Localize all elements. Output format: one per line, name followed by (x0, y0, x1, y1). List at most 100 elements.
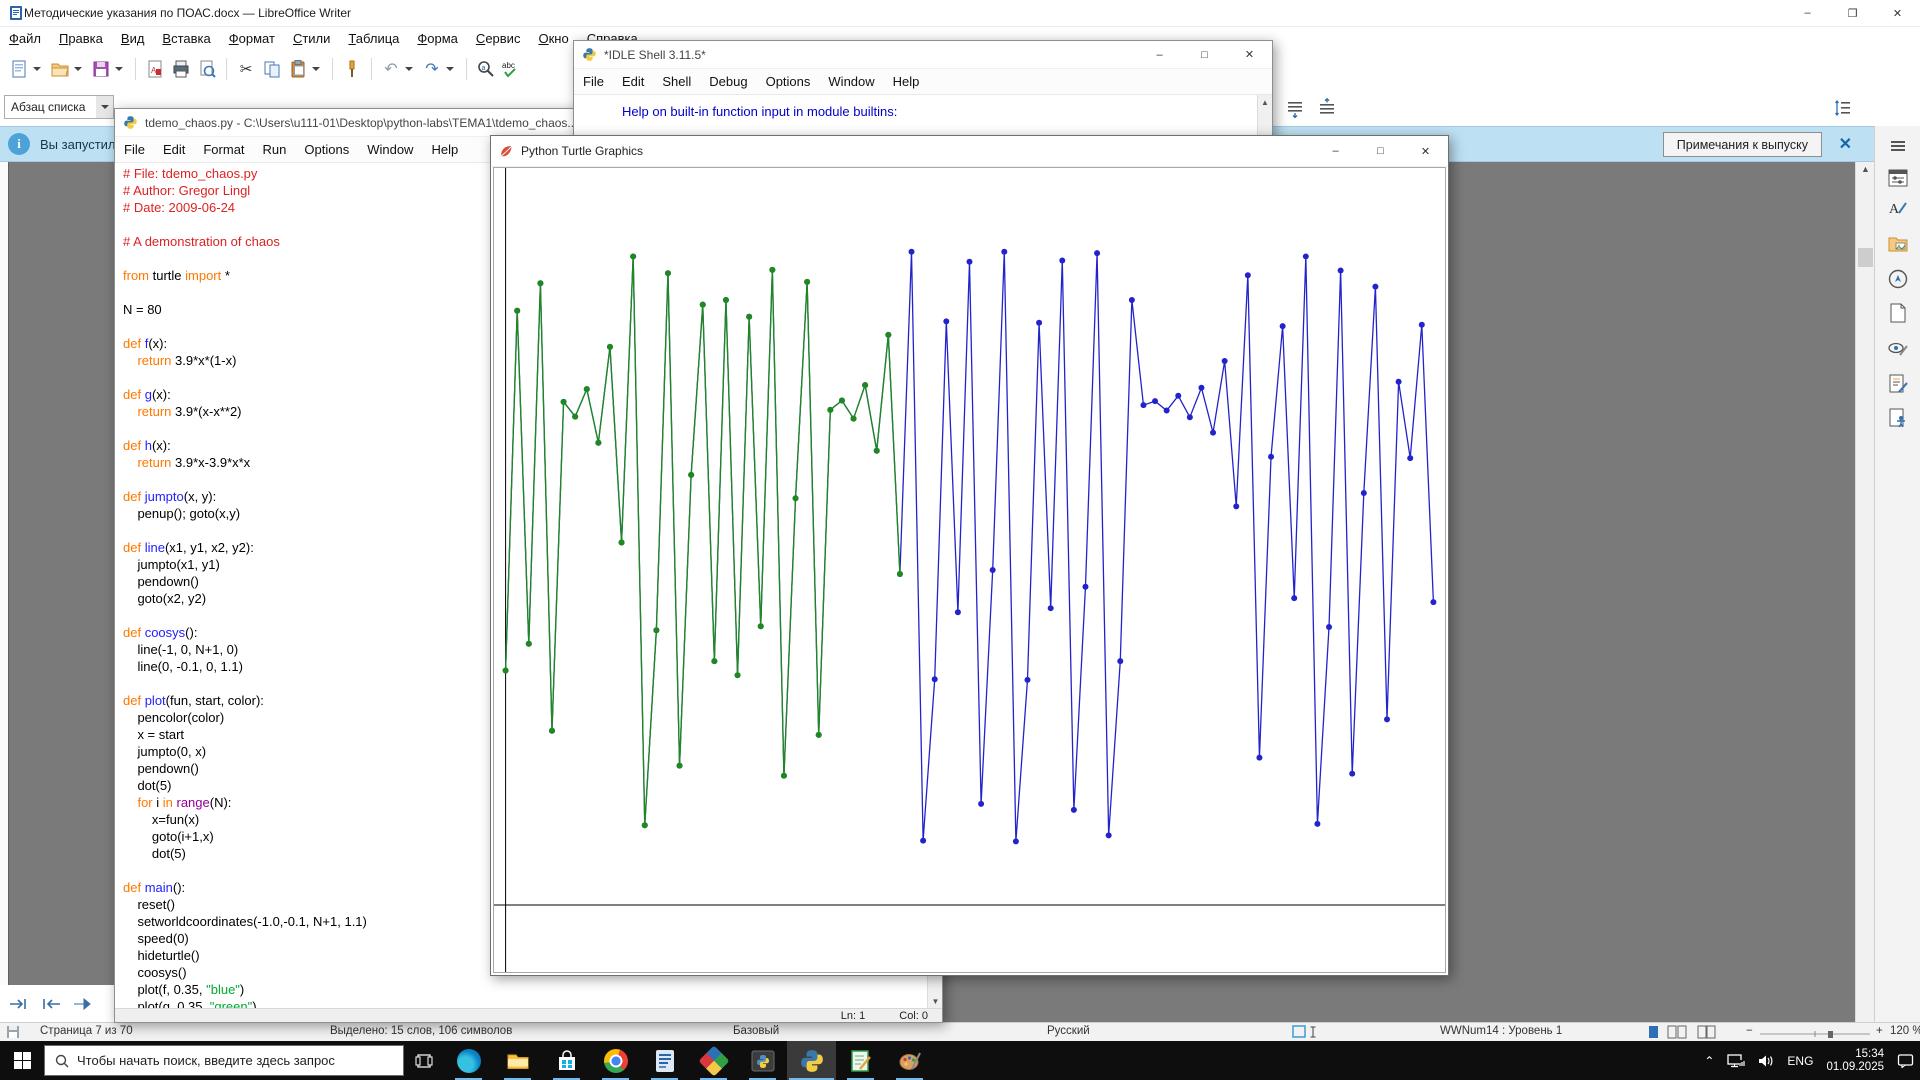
turtle-minimize-button[interactable]: – (1313, 136, 1358, 166)
taskbar-app-notepad[interactable] (836, 1041, 885, 1080)
taskbar-app-edge[interactable] (444, 1041, 493, 1080)
scroll-up-icon[interactable]: ▲ (1856, 164, 1875, 174)
editor-menu-edit[interactable]: Edit (154, 138, 194, 161)
document-scrollbar[interactable]: ▲ (1855, 162, 1874, 1022)
menu-styles[interactable]: Стили (284, 29, 339, 48)
editor-menu-options[interactable]: Options (295, 138, 358, 161)
menu-file[interactable]: Файл (0, 29, 50, 48)
spelling-icon[interactable]: abc (499, 56, 525, 82)
taskbar-app-paint[interactable] (885, 1041, 934, 1080)
menu-form[interactable]: Форма (408, 29, 467, 48)
zoom-slider[interactable] (1760, 1031, 1870, 1039)
lo-close-button[interactable]: ✕ (1875, 0, 1920, 26)
save-status-icon[interactable] (6, 1025, 20, 1039)
copy-icon[interactable] (259, 56, 285, 82)
shell-maximize-button[interactable]: □ (1182, 41, 1227, 68)
taskbar-app-file-explorer[interactable] (493, 1041, 542, 1080)
language-indicator[interactable]: ENG (1787, 1054, 1813, 1068)
scrollbar-thumb[interactable] (1858, 248, 1873, 267)
paragraph-style-status[interactable]: Базовый (733, 1025, 779, 1037)
save-icon[interactable] (88, 56, 114, 82)
taskbar-app-idle-python[interactable] (787, 1041, 836, 1080)
new-dropdown-icon[interactable] (33, 67, 41, 71)
redo-dropdown-icon[interactable] (446, 67, 454, 71)
gallery-deck-icon[interactable] (1886, 231, 1910, 255)
new-document-icon[interactable] (6, 56, 32, 82)
task-view-icon[interactable] (404, 1041, 444, 1080)
taskbar-app-libreoffice[interactable] (689, 1041, 738, 1080)
network-icon[interactable] (1727, 1053, 1746, 1068)
paragraph-style-combo[interactable]: Абзац списка (4, 95, 114, 119)
shell-minimize-button[interactable]: – (1137, 41, 1182, 68)
editor-menu-format[interactable]: Format (194, 138, 253, 161)
previous-marker-icon[interactable] (40, 996, 62, 1012)
style-inspector-deck-icon[interactable] (1886, 337, 1910, 361)
menu-table[interactable]: Таблица (339, 29, 408, 48)
tray-expand-icon[interactable]: ⌃ (1704, 1054, 1714, 1068)
view-layout-icons[interactable] (1648, 1025, 1724, 1039)
line-spacing-icon[interactable] (1830, 95, 1856, 121)
paragraph-space-increase-icon[interactable] (1282, 95, 1308, 121)
shell-close-button[interactable]: ✕ (1227, 41, 1272, 68)
zoom-level-status[interactable]: 120 % (1890, 1025, 1920, 1037)
lo-restore-button[interactable]: ❐ (1830, 0, 1875, 26)
menu-tools[interactable]: Сервис (467, 29, 530, 48)
editor-menu-window[interactable]: Window (358, 138, 422, 161)
navigator-deck-icon[interactable] (1886, 267, 1910, 291)
paste-icon[interactable] (285, 56, 311, 82)
accessibility-deck-icon[interactable] (1886, 406, 1910, 430)
turtle-maximize-button[interactable]: □ (1358, 136, 1403, 166)
taskbar-app-python-console[interactable] (738, 1041, 787, 1080)
page-deck-icon[interactable] (1886, 301, 1910, 325)
search-input[interactable] (77, 1053, 377, 1068)
styles-deck-icon[interactable]: A (1886, 196, 1910, 220)
paragraph-space-decrease-icon[interactable] (1314, 95, 1340, 121)
undo-dropdown-icon[interactable] (405, 67, 413, 71)
editor-scroll-down-icon[interactable]: ▼ (928, 997, 943, 1006)
export-pdf-icon[interactable]: A (142, 56, 168, 82)
combo-dropdown-icon[interactable] (96, 96, 113, 118)
shell-menu-help[interactable]: Help (884, 70, 929, 93)
selection-status[interactable]: Выделено: 15 слов, 106 символов (330, 1025, 512, 1037)
volume-icon[interactable] (1758, 1054, 1774, 1068)
notification-center-icon[interactable] (1897, 1053, 1914, 1068)
print-preview-icon[interactable] (194, 56, 220, 82)
shell-titlebar[interactable]: *IDLE Shell 3.11.5* – □ ✕ (574, 41, 1272, 69)
shell-scroll-up-icon[interactable]: ▲ (1258, 95, 1272, 107)
page-count-status[interactable]: Страница 7 из 70 (40, 1025, 133, 1037)
taskbar-search[interactable] (44, 1045, 404, 1076)
selection-mode-icon[interactable] (1292, 1025, 1322, 1039)
clone-formatting-icon[interactable] (339, 56, 365, 82)
menu-view[interactable]: Вид (112, 29, 154, 48)
cut-icon[interactable]: ✂ (233, 56, 259, 82)
shell-menu-shell[interactable]: Shell (653, 70, 700, 93)
lo-minimize-button[interactable]: – (1785, 0, 1830, 26)
menu-format[interactable]: Формат (220, 29, 284, 48)
release-notes-button[interactable]: Примечания к выпуску (1662, 132, 1822, 157)
shell-menu-window[interactable]: Window (819, 70, 883, 93)
editor-menu-run[interactable]: Run (254, 138, 296, 161)
shell-menu-edit[interactable]: Edit (613, 70, 653, 93)
menu-edit[interactable]: Правка (50, 29, 112, 48)
open-icon[interactable] (47, 56, 73, 82)
shell-menu-options[interactable]: Options (757, 70, 820, 93)
save-dropdown-icon[interactable] (115, 67, 123, 71)
track-changes-deck-icon[interactable] (1886, 372, 1910, 396)
turtle-close-button[interactable]: ✕ (1403, 136, 1448, 166)
editor-menu-file[interactable]: File (115, 138, 154, 161)
shell-menu-debug[interactable]: Debug (700, 70, 756, 93)
menu-insert[interactable]: Вставка (153, 29, 219, 48)
open-dropdown-icon[interactable] (74, 67, 82, 71)
undo-icon[interactable]: ↶ (378, 56, 404, 82)
next-marker-icon[interactable] (8, 996, 30, 1012)
paste-dropdown-icon[interactable] (312, 67, 320, 71)
taskbar-app-store[interactable] (542, 1041, 591, 1080)
editor-menu-help[interactable]: Help (422, 138, 467, 161)
list-level-status[interactable]: WWNum14 : Уровень 1 (1440, 1025, 1562, 1037)
infobar-close-icon[interactable]: ✕ (1839, 134, 1852, 154)
zoom-out-icon[interactable]: − (1746, 1025, 1753, 1037)
navigate-icon[interactable] (72, 996, 94, 1012)
taskbar-app-chrome[interactable] (591, 1041, 640, 1080)
find-replace-icon[interactable]: a (473, 56, 499, 82)
print-icon[interactable] (168, 56, 194, 82)
